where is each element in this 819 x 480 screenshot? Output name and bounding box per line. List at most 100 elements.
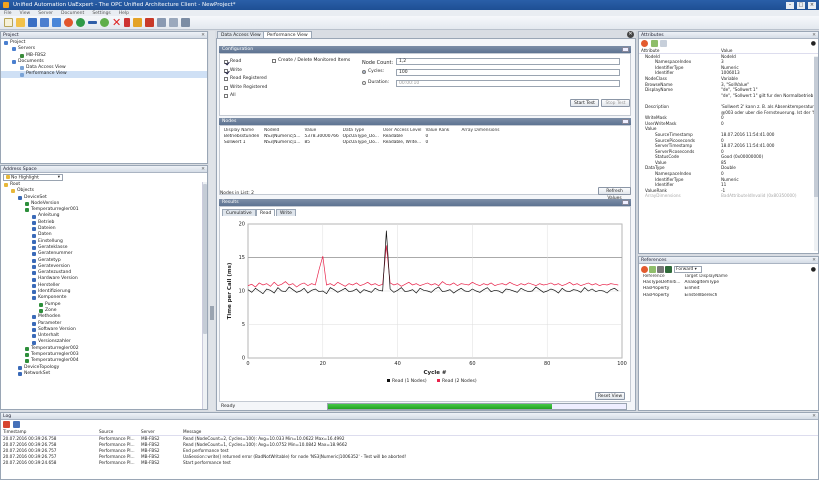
help-icon[interactable]: ●: [811, 40, 816, 47]
attribute-row[interactable]: ArrayDimensions BadAttributeIdInvalid (0x…: [641, 193, 818, 199]
option-write-registered[interactable]: Write Registered: [224, 84, 267, 93]
read-registered-checkbox[interactable]: [224, 77, 228, 82]
refresh-icon[interactable]: [641, 265, 648, 273]
settings-icon[interactable]: [64, 18, 73, 27]
open-project-icon[interactable]: [16, 18, 25, 27]
cycles-radio[interactable]: [362, 70, 366, 75]
add-server-icon[interactable]: [76, 18, 85, 27]
collapse-section-icon[interactable]: [622, 119, 629, 124]
new-project-icon[interactable]: [4, 18, 13, 27]
collapse-section-icon[interactable]: [622, 200, 629, 205]
table-cell: [459, 140, 539, 146]
menu-help[interactable]: Help: [119, 11, 129, 16]
start-test-button[interactable]: Start Test: [570, 99, 599, 107]
tree-node-icon: [32, 227, 36, 232]
clear-log-icon[interactable]: [3, 421, 10, 428]
highlight-filter-value: No Highlight: [11, 175, 39, 181]
tab-performance-view[interactable]: Performance View: [263, 31, 312, 38]
options-icon[interactable]: [660, 40, 668, 47]
tab-write[interactable]: Write: [276, 209, 296, 216]
cycles-input[interactable]: 100: [396, 69, 620, 76]
copy-attribute-icon[interactable]: [650, 40, 658, 47]
tab-read[interactable]: Read: [256, 209, 276, 216]
close-pane-icon[interactable]: ✕: [812, 32, 818, 39]
add-document-icon[interactable]: [52, 18, 61, 27]
paste-icon[interactable]: [145, 18, 154, 27]
delete-reference-icon[interactable]: [657, 265, 664, 273]
close-pane-icon[interactable]: ✕: [812, 413, 818, 420]
close-pane-icon[interactable]: ✕: [812, 257, 818, 264]
tab-cumulative[interactable]: Cumulative: [222, 209, 256, 216]
duration-input[interactable]: 00:00:10: [396, 80, 620, 87]
connect-icon[interactable]: [100, 18, 109, 27]
close-pane-icon[interactable]: ✕: [201, 166, 207, 173]
legend-swatch: [437, 379, 440, 382]
option-read[interactable]: Read: [224, 58, 267, 67]
write-registered-checkbox[interactable]: [224, 85, 228, 90]
close-window-button[interactable]: ×: [808, 1, 816, 9]
nodes-section: Display Name NodeId Value Data Type User Acc…: [219, 125, 631, 195]
cut-icon[interactable]: [124, 18, 130, 27]
reset-view-button[interactable]: Reset View: [595, 392, 625, 400]
create-delete-checkbox[interactable]: [272, 59, 276, 64]
tree-node-icon: [32, 220, 36, 225]
save-as-icon[interactable]: [40, 18, 49, 27]
add-reference-icon[interactable]: [649, 265, 656, 273]
tree-node-icon: [32, 214, 36, 219]
minimize-button[interactable]: –: [786, 1, 794, 9]
table-row[interactable]: Sollwert 1 NS3|Numeric|1... 85 OpcUaType_Do…: [222, 140, 539, 146]
all-checkbox[interactable]: [224, 94, 228, 99]
save-project-icon[interactable]: [28, 18, 37, 27]
address-space-item[interactable]: NetworkSet: [1, 371, 207, 377]
menu-file[interactable]: File: [4, 11, 12, 16]
tree-node-icon: [32, 290, 36, 295]
scrollbar[interactable]: [814, 56, 818, 251]
highlight-icon: [6, 175, 10, 179]
tree-node-icon: [32, 277, 36, 282]
browse-icon[interactable]: [665, 265, 672, 273]
save-log-icon[interactable]: [12, 421, 20, 428]
tab-data-access-view[interactable]: Data Access View: [217, 31, 265, 38]
option-read-registered[interactable]: Read Registered: [224, 75, 267, 84]
read-checkbox[interactable]: [224, 60, 228, 65]
address-space-header: Address Space ✕: [1, 166, 207, 173]
help-icon[interactable]: ●: [811, 266, 816, 273]
table-row[interactable]: HasProperty EinstellIbereich: [641, 293, 730, 299]
project-tree-item[interactable]: Performance View: [1, 71, 207, 78]
properties-icon[interactable]: [157, 18, 166, 27]
grid-icon[interactable]: [169, 18, 178, 27]
tree-node-icon: [18, 365, 22, 370]
duration-option[interactable]: Duration:: [362, 80, 389, 86]
highlight-filter[interactable]: No Highlight ▾: [3, 174, 63, 181]
duration-radio[interactable]: [362, 81, 366, 86]
remove-server-icon[interactable]: [88, 21, 97, 24]
menu-settings[interactable]: Settings: [92, 11, 110, 16]
refresh-values-button[interactable]: Refresh Values: [598, 187, 631, 201]
option-label: Write Registered: [230, 84, 268, 90]
collapse-section-icon[interactable]: [622, 47, 629, 52]
close-document-icon[interactable]: ✕: [627, 31, 634, 38]
menu-view[interactable]: View: [20, 11, 31, 16]
maximize-button[interactable]: □: [797, 1, 805, 9]
attributes-header: Attributes ✕: [639, 32, 818, 39]
cycles-option[interactable]: Cycles:: [362, 69, 384, 75]
disconnect-icon[interactable]: ✕: [112, 17, 121, 28]
direction-select[interactable]: Forward ▾: [674, 265, 702, 273]
write-checkbox[interactable]: [224, 68, 228, 73]
close-pane-icon[interactable]: ✕: [201, 32, 207, 39]
copy-icon[interactable]: [133, 18, 142, 27]
option-create-delete[interactable]: Create / Delete Monitored Items: [272, 58, 350, 64]
menu-server[interactable]: Server: [38, 11, 53, 16]
tree-node-icon: [39, 309, 43, 314]
left-splitter[interactable]: [209, 31, 215, 411]
node-count-input[interactable]: 1,2: [396, 58, 620, 65]
log-row[interactable]: 20.07.2016 00:39:24.658 Performance Pl...…: [1, 460, 818, 466]
menu-document[interactable]: Document: [61, 11, 84, 16]
option-all[interactable]: All: [224, 92, 267, 101]
attributes-title: Attributes: [641, 33, 664, 38]
option-write[interactable]: Write: [224, 67, 267, 76]
scrollbar[interactable]: [202, 182, 207, 409]
network-icon[interactable]: [181, 18, 190, 27]
refresh-icon[interactable]: [641, 40, 648, 47]
stop-test-button[interactable]: Stop Test: [601, 99, 630, 107]
